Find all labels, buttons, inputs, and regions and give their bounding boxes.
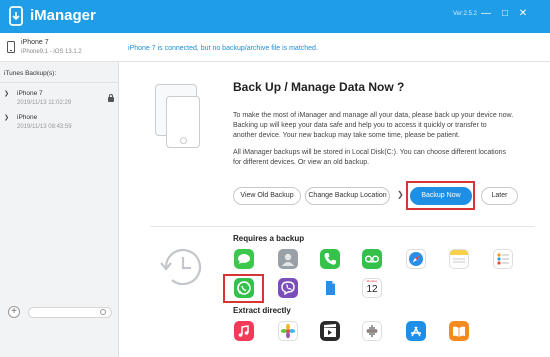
sidebar: iTunes Backup(s): ❯ iPhone 7 2019/11/13 … xyxy=(0,62,119,357)
voice-memos-icon[interactable] xyxy=(362,321,382,341)
lock-icon xyxy=(108,94,114,102)
music-icon[interactable] xyxy=(234,321,254,341)
calendar-icon[interactable]: Monday 12 xyxy=(362,278,382,298)
reminders-icon[interactable] xyxy=(493,249,513,269)
phone-icon[interactable] xyxy=(320,249,340,269)
chevron-right-icon: ❯ xyxy=(397,190,404,199)
title-bar: iManager Ver:2.5.2 — □ ✕ xyxy=(0,0,550,33)
backup-now-button[interactable]: Backup Now xyxy=(410,187,472,205)
app-store-icon[interactable] xyxy=(406,321,426,341)
viber-icon[interactable] xyxy=(278,278,298,298)
whatsapp-icon[interactable] xyxy=(234,278,254,298)
device-bar: iPhone 7 iPhone9,1 - iOS 13.1.2 iPhone 7… xyxy=(0,33,550,62)
extract-directly-label: Extract directly xyxy=(233,306,291,315)
change-backup-location-button[interactable]: Change Backup Location xyxy=(305,187,390,205)
close-button[interactable]: ✕ xyxy=(517,8,529,20)
divider xyxy=(150,226,535,227)
backup-date: 2019/11/13 08:43:59 xyxy=(17,124,72,130)
calendar-date: 12 xyxy=(366,284,378,295)
backup-item[interactable]: ❯ iPhone 2019/11/13 08:43:59 xyxy=(0,111,119,137)
device-status-message: iPhone 7 is connected, but no backup/arc… xyxy=(128,45,318,52)
expand-arrow-icon[interactable]: ❯ xyxy=(4,114,9,121)
description-line: another device. Your new backup may take… xyxy=(233,132,460,139)
photos-icon[interactable] xyxy=(278,321,298,341)
device-name: iPhone 7 xyxy=(21,39,49,46)
maximize-button[interactable]: □ xyxy=(499,8,511,20)
view-old-backup-button[interactable]: View Old Backup xyxy=(233,187,301,205)
voicemail-icon[interactable] xyxy=(362,249,382,269)
description-line: All iManager backups will be stored in L… xyxy=(233,149,507,156)
phone-illustration xyxy=(166,96,200,148)
add-backup-button[interactable]: + xyxy=(8,306,20,318)
imanager-logo-icon xyxy=(9,6,23,26)
app-title: iManager xyxy=(30,7,96,24)
phone-device-icon xyxy=(7,41,15,53)
books-icon[interactable] xyxy=(449,321,469,341)
safari-icon[interactable] xyxy=(406,249,426,269)
contacts-icon[interactable] xyxy=(278,249,298,269)
device-model: iPhone9,1 - iOS 13.1.2 xyxy=(21,49,82,55)
videos-icon[interactable] xyxy=(320,321,340,341)
requires-backup-label: Requires a backup xyxy=(233,234,305,243)
description-line: for different devices. Or view an old ba… xyxy=(233,159,370,166)
description-line: Backing up will keep your data safe and … xyxy=(233,122,487,129)
backup-item[interactable]: ❯ iPhone 7 2019/11/13 11:02:29 xyxy=(0,87,119,113)
minimize-button[interactable]: — xyxy=(480,8,492,20)
description-line: To make the most of iManager and manage … xyxy=(233,112,514,119)
backup-name: iPhone 7 xyxy=(17,90,43,97)
sidebar-header: iTunes Backup(s): xyxy=(0,62,119,83)
messages-icon[interactable] xyxy=(234,249,254,269)
version-label: Ver:2.5.2 xyxy=(453,11,478,17)
history-icon xyxy=(160,248,202,286)
later-button[interactable]: Later xyxy=(481,187,518,205)
expand-arrow-icon[interactable]: ❯ xyxy=(4,90,9,97)
page-title: Back Up / Manage Data Now ? xyxy=(233,80,405,94)
notes-icon[interactable] xyxy=(449,249,469,269)
search-icon[interactable] xyxy=(100,309,106,315)
backup-date: 2019/11/13 11:02:29 xyxy=(17,100,72,106)
files-icon[interactable] xyxy=(320,278,340,298)
backup-name: iPhone xyxy=(17,114,38,121)
